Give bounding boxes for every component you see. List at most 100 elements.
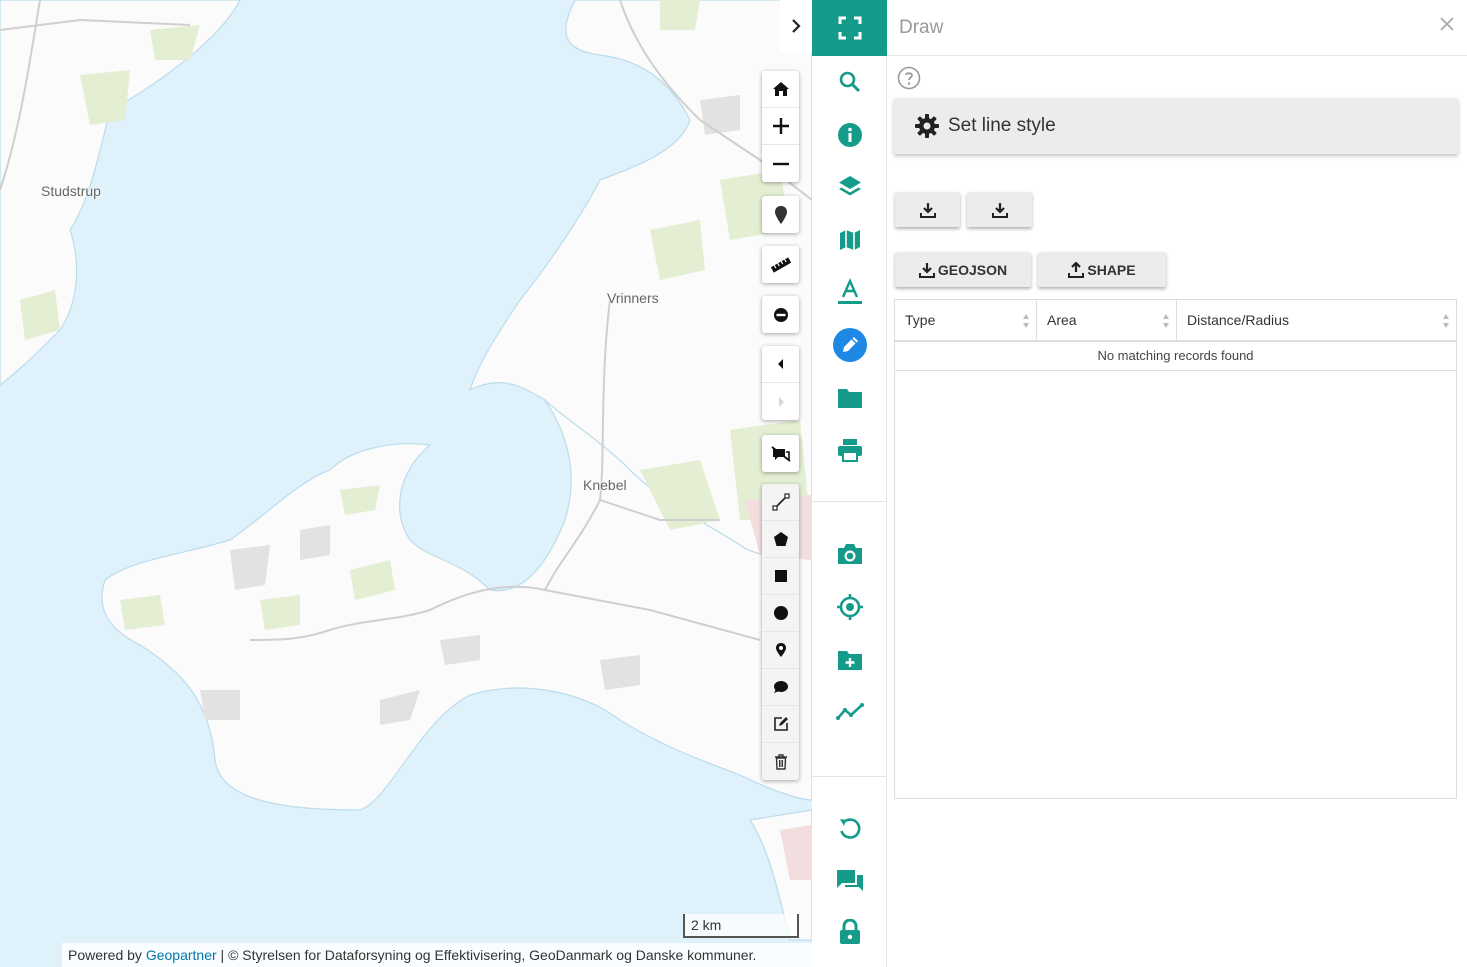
layers-icon [838, 176, 861, 196]
lock-icon [839, 919, 860, 944]
locate-button[interactable] [812, 587, 887, 627]
zoom-in-button[interactable] [762, 108, 799, 145]
measure-tool-group [762, 246, 799, 283]
column-header-label: Area [1047, 312, 1077, 328]
folder-add-icon [837, 651, 862, 670]
draw-module-button[interactable] [812, 325, 887, 365]
close-icon [1440, 17, 1454, 31]
map-icon [839, 230, 860, 250]
fullscreen-button[interactable] [812, 0, 887, 56]
chart-line-icon [835, 703, 864, 720]
history-back-button[interactable] [762, 346, 799, 383]
column-header-label: Type [905, 312, 936, 328]
print-module-button[interactable] [812, 430, 887, 470]
measure-button[interactable] [762, 246, 799, 283]
marker-tool-group [762, 196, 799, 233]
comment-slash-icon [770, 445, 791, 462]
map-attribution: Powered by Geopartner | © Styrelsen for … [62, 943, 812, 967]
panel-header: Draw [887, 0, 1467, 56]
layers-module-button[interactable] [812, 167, 887, 207]
history-forward-button[interactable] [762, 383, 799, 420]
screenshot-button[interactable] [812, 534, 887, 574]
draw-polygon-button[interactable] [762, 521, 799, 558]
home-icon [772, 82, 789, 96]
login-button[interactable] [812, 912, 887, 952]
map-view[interactable]: Studstrup Vrinners Knebel 2 km Powered b… [0, 0, 812, 967]
basemap-module-button[interactable] [812, 220, 887, 260]
export-geojson-label: GEOJSON [937, 261, 1008, 278]
ruler-icon [770, 256, 791, 273]
close-panel-button[interactable] [1439, 16, 1455, 37]
projects-module-button[interactable] [812, 378, 887, 418]
labels-module-button[interactable] [812, 272, 887, 312]
print-icon [837, 439, 862, 462]
fullscreen-icon [838, 16, 861, 40]
gear-icon [915, 114, 939, 138]
place-label-knebel: Knebel [583, 477, 627, 493]
delete-features-button[interactable] [762, 743, 799, 780]
draw-rectangle-button[interactable] [762, 558, 799, 595]
place-label-studstrup: Studstrup [41, 183, 101, 199]
search-module-button[interactable] [812, 62, 887, 102]
reset-button[interactable] [812, 809, 887, 849]
chat-icon [836, 870, 863, 891]
empty-table-message: No matching records found [895, 342, 1456, 371]
import-shape-button[interactable]: SHAPE [1038, 252, 1166, 287]
zoom-out-button[interactable] [762, 145, 799, 182]
import-shape-label: SHAPE [1087, 261, 1136, 278]
history-toolbar [762, 346, 799, 420]
attribution-suffix: | © Styrelsen for Dataforsyning og Effek… [216, 947, 757, 963]
iconbar-divider [812, 501, 887, 502]
export-geojson-button[interactable]: GEOJSON [895, 252, 1031, 287]
info-module-button[interactable] [812, 115, 887, 155]
draw-text-button[interactable] [762, 669, 799, 706]
edit-features-button[interactable] [762, 706, 799, 743]
locate-icon [836, 594, 863, 620]
scale-bar: 2 km [683, 914, 799, 938]
iconbar-divider [812, 776, 887, 777]
geopartner-link[interactable]: Geopartner [146, 947, 217, 963]
help-icon [897, 66, 921, 90]
set-line-style-button[interactable]: Set line style [894, 98, 1458, 154]
download-button-2[interactable] [967, 192, 1032, 227]
search-icon [839, 71, 860, 93]
clear-measure-button[interactable] [762, 296, 799, 333]
feedback-button[interactable] [812, 861, 887, 901]
marker-icon [774, 205, 787, 224]
comment-icon [773, 681, 788, 693]
chevron-right-icon [792, 19, 801, 33]
edit-icon [773, 717, 788, 731]
collapse-panel-button[interactable] [780, 0, 812, 52]
reset-icon [839, 818, 860, 839]
elevation-profile-button[interactable] [812, 692, 887, 732]
draw-pencil-icon [832, 328, 867, 362]
features-table: Type Area Distance/Radius No matching re… [894, 299, 1457, 799]
line-icon [771, 493, 790, 511]
draw-point-button[interactable] [762, 632, 799, 669]
column-header-label: Distance/Radius [1187, 312, 1289, 328]
marker-button[interactable] [762, 196, 799, 233]
column-header-area[interactable]: Area [1037, 300, 1177, 342]
forward-icon [778, 396, 784, 407]
polygon-icon [773, 532, 788, 546]
attribution-prefix: Powered by [68, 947, 146, 963]
hide-labels-tool-group [762, 435, 799, 472]
sort-icon [1443, 314, 1449, 328]
add-folder-button[interactable] [812, 640, 887, 680]
draw-toolbar [762, 484, 799, 780]
column-header-distance[interactable]: Distance/Radius [1177, 300, 1456, 342]
draw-circle-button[interactable] [762, 595, 799, 632]
column-header-type[interactable]: Type [895, 300, 1037, 342]
zoom-in-icon [772, 118, 789, 134]
draw-panel: Draw Set line style GEOJSON SHAPE Type A… [887, 0, 1467, 967]
home-button[interactable] [762, 71, 799, 108]
download-button-1[interactable] [895, 192, 960, 227]
help-button[interactable] [897, 66, 921, 95]
zoom-out-icon [772, 162, 789, 165]
draw-line-button[interactable] [762, 484, 799, 521]
info-icon [837, 123, 862, 147]
rectangle-icon [774, 570, 787, 582]
download-icon [918, 262, 935, 278]
hide-labels-button[interactable] [762, 435, 799, 472]
sort-icon [1023, 314, 1029, 328]
